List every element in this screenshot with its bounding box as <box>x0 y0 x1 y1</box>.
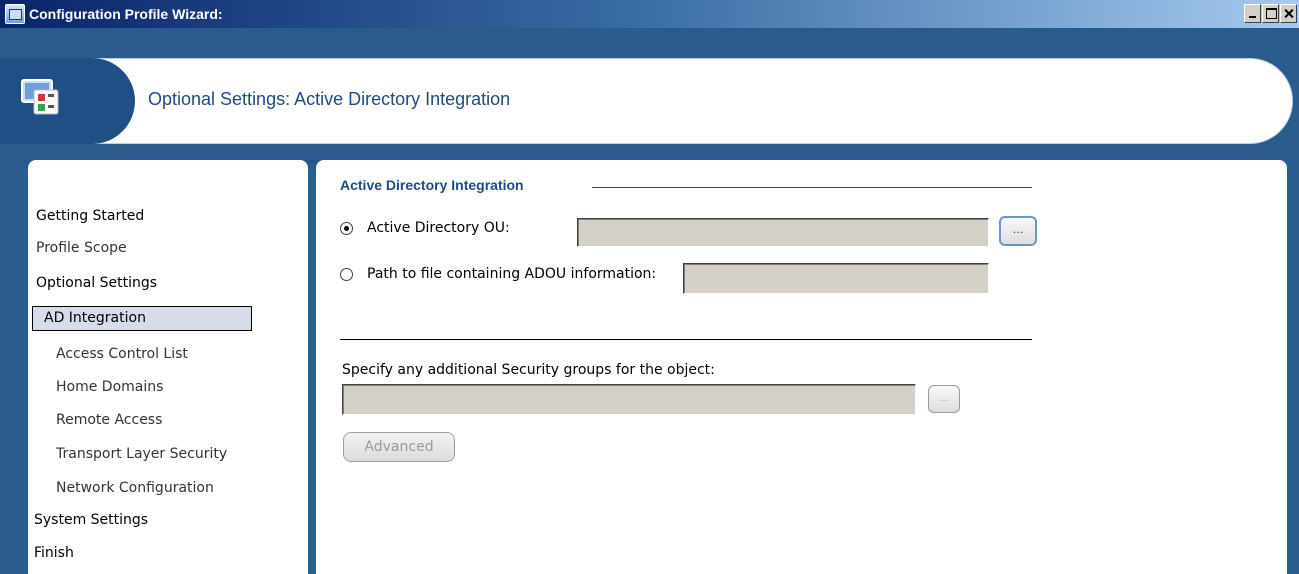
file-label: Path to file containing ADOU information… <box>367 266 657 282</box>
ou-label: Active Directory OU: <box>367 220 510 236</box>
advanced-button[interactable]: Advanced <box>343 432 455 462</box>
title-bar[interactable]: Configuration Profile Wizard: <box>0 0 1299 28</box>
nav-item-profile-scope[interactable]: Profile Scope <box>36 240 127 256</box>
group-title: Active Directory Integration <box>340 177 524 193</box>
ou-input[interactable] <box>577 218 989 247</box>
close-button[interactable] <box>1280 4 1297 23</box>
ou-browse-button[interactable]: ... <box>999 216 1037 246</box>
nav-item-network-configuration[interactable]: Network Configuration <box>56 480 214 496</box>
nav-item-transport-layer-security[interactable]: Transport Layer Security <box>56 446 227 462</box>
nav-item-ad-integration[interactable]: AD Integration <box>44 310 146 326</box>
maximize-button[interactable] <box>1262 4 1279 23</box>
security-groups-input[interactable] <box>342 384 916 415</box>
content-panel: Active Directory Integration Active Dire… <box>316 160 1287 574</box>
group-title-rule <box>592 187 1032 188</box>
window-title: Configuration Profile Wizard: <box>29 6 223 22</box>
section-divider <box>340 339 1032 340</box>
security-groups-label: Specify any additional Security groups f… <box>342 362 715 378</box>
security-groups-browse-button[interactable]: ... <box>928 385 960 413</box>
file-path-input[interactable] <box>683 263 989 294</box>
minimize-button[interactable] <box>1244 4 1261 23</box>
nav-item-getting-started[interactable]: Getting Started <box>36 208 144 224</box>
nav-item-optional-settings[interactable]: Optional Settings <box>36 275 157 291</box>
nav-item-access-control-list[interactable]: Access Control List <box>56 346 188 362</box>
nav-item-home-domains[interactable]: Home Domains <box>56 379 163 395</box>
ou-radio[interactable] <box>340 222 353 235</box>
page-title: Optional Settings: Active Directory Inte… <box>148 89 511 109</box>
window-controls <box>1244 4 1297 23</box>
nav-item-remote-access[interactable]: Remote Access <box>56 412 162 428</box>
wizard-steps-panel: Getting Started Profile Scope Optional S… <box>28 160 308 574</box>
nav-item-finish[interactable]: Finish <box>34 545 74 561</box>
wizard-app-icon <box>5 4 25 24</box>
wizard-frame: Optional Settings: Active Directory Inte… <box>0 28 1299 574</box>
network-config-icon <box>21 79 59 115</box>
file-radio[interactable] <box>340 268 353 281</box>
nav-item-system-settings[interactable]: System Settings <box>34 512 148 528</box>
